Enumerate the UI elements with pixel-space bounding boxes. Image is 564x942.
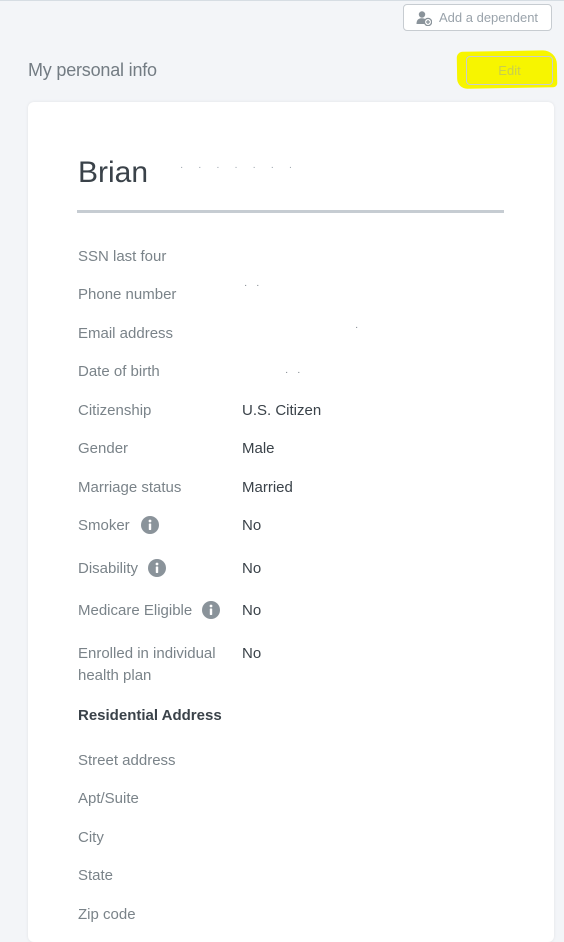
field-label-citizenship: Citizenship: [78, 402, 152, 419]
name-divider: [77, 210, 504, 213]
field-label-zip: Zip code: [78, 906, 136, 923]
field-label-medicare: Medicare Eligible: [78, 602, 193, 619]
field-value-email: ·: [355, 322, 362, 333]
field-label-email: Email address: [78, 325, 174, 342]
field-label-state: State: [78, 867, 114, 884]
add-person-icon: [416, 10, 432, 26]
field-value-gender: Male: [242, 440, 275, 457]
field-label-street: Street address: [78, 752, 176, 769]
field-label-marriage-status: Marriage status: [78, 479, 182, 496]
field-label-ssn: SSN last four: [78, 248, 167, 265]
edit-button[interactable]: Edit: [466, 56, 553, 85]
field-value-citizenship: U.S. Citizen: [242, 402, 322, 419]
field-label-smoker: Smoker: [78, 517, 130, 534]
top-divider: [0, 0, 564, 1]
residential-address-heading: Residential Address: [78, 707, 222, 724]
field-label-phone: Phone number: [78, 286, 177, 303]
field-label-individual-plan: Enrolled in individual health plan: [78, 645, 216, 684]
field-label-city: City: [78, 829, 104, 846]
field-value-smoker: No: [242, 517, 262, 534]
field-value-marriage-status: Married: [242, 479, 293, 496]
last-name-redacted: · · · · · · ·: [180, 162, 299, 173]
disability-info-icon[interactable]: [148, 559, 166, 577]
add-dependent-label: Add a dependent: [439, 10, 539, 25]
smoker-info-icon[interactable]: [141, 516, 159, 534]
field-value-dob: · ·: [285, 367, 304, 378]
profile-name: Brian · · · · · · ·: [78, 156, 298, 190]
field-value-disability: No: [242, 560, 262, 577]
field-value-phone: · ·: [244, 280, 263, 291]
field-value-medicare: No: [242, 602, 262, 619]
field-label-dob: Date of birth: [78, 363, 160, 380]
field-value-individual-plan: No: [242, 645, 262, 662]
field-label-apt: Apt/Suite: [78, 790, 139, 807]
first-name: Brian: [78, 156, 149, 189]
add-dependent-button[interactable]: Add a dependent: [403, 4, 552, 31]
field-label-gender: Gender: [78, 440, 129, 457]
page-title: My personal info: [28, 60, 157, 80]
medicare-info-icon[interactable]: [202, 601, 220, 619]
field-label-disability: Disability: [78, 560, 139, 577]
